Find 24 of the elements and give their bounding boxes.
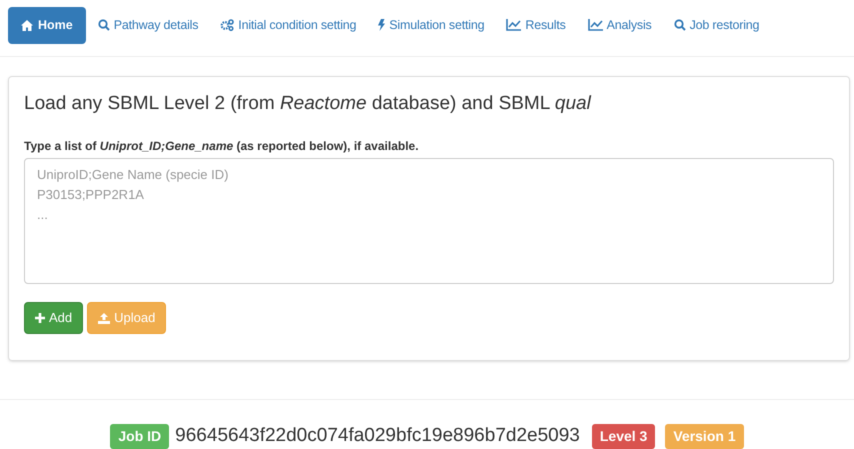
- nav-tab[interactable]: Home: [8, 6, 86, 44]
- job-id-label: Job ID: [110, 424, 170, 449]
- line-chart-icon: [588, 19, 603, 31]
- input-field[interactable]: UniproID;Gene Name (specie ID) P30153;PPP2R1A ...: [24, 158, 834, 284]
- nav-tab[interactable]: Analysis: [578, 6, 662, 44]
- panel-title: Load any SBML Level 2 (from Reactome database) and SBML qual: [24, 92, 592, 116]
- upload-icon: [98, 312, 110, 324]
- nav-tab[interactable]: Results: [496, 6, 576, 44]
- add-button[interactable]: Add: [24, 302, 84, 334]
- bolt-icon: [378, 19, 386, 31]
- nav-tab[interactable]: Job restoring: [664, 6, 770, 44]
- badge: Level 3: [592, 424, 656, 449]
- nav-tab[interactable]: Pathway details: [88, 6, 208, 44]
- plus-icon: [35, 313, 45, 323]
- nav-tab[interactable]: Initial condition setting: [210, 6, 366, 44]
- search-icon: [98, 19, 110, 31]
- nav-tab[interactable]: Simulation setting: [368, 6, 494, 44]
- field-label: Type a list of Uniprot_ID;Gene_name (as reported below), if available.: [24, 138, 420, 155]
- badge: Version 1: [665, 424, 744, 449]
- line-chart-icon: [506, 19, 522, 31]
- gears-icon: [220, 19, 234, 31]
- job-id-value: 96645643f22d0c074fa029bfc19e896b7d2e5093: [175, 424, 580, 448]
- home-icon: [21, 20, 33, 30]
- search-icon: [674, 19, 686, 31]
